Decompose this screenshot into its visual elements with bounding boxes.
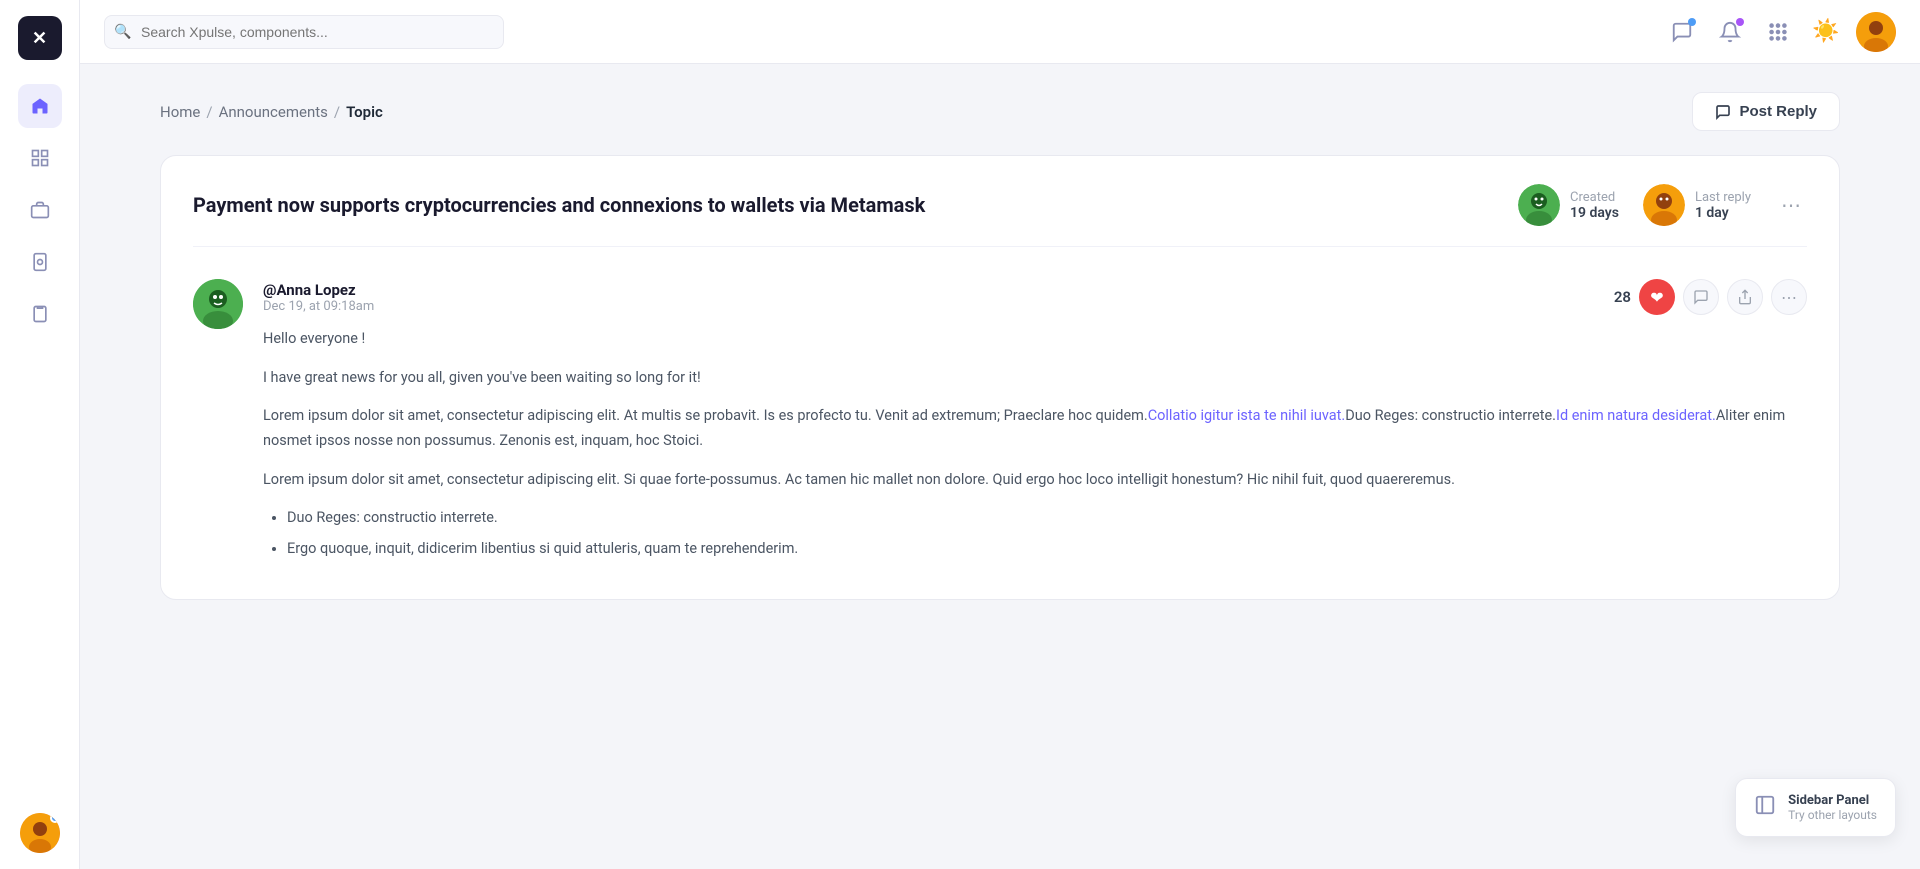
post-avatar [193, 279, 243, 329]
post-line1: I have great news for you all, given you… [263, 366, 1807, 391]
post-reply-button[interactable]: Post Reply [1692, 92, 1840, 131]
breadcrumb-sep2: / [334, 103, 340, 121]
search-box: 🔍 [104, 15, 504, 49]
like-button[interactable]: ❤ [1639, 279, 1675, 315]
post-link1[interactable]: Collatio igitur ista te nihil iuvat. [1148, 407, 1346, 424]
topic-meta: Created 19 days [1518, 184, 1807, 226]
breadcrumb-row: Home / Announcements / Topic Post Reply [160, 92, 1840, 131]
post-author-info: @Anna Lopez Dec 19, at 09:18am [263, 281, 374, 314]
topbar: 🔍 ☀️ [80, 0, 1920, 64]
post-content: Hello everyone ! I have great news for y… [263, 327, 1807, 561]
search-input[interactable] [104, 15, 504, 49]
panel-subtitle: Try other layouts [1788, 808, 1877, 822]
comment-button[interactable] [1683, 279, 1719, 315]
post-more-button[interactable]: ⋯ [1771, 279, 1807, 315]
topic-created-info: Created 19 days [1570, 190, 1619, 221]
breadcrumb: Home / Announcements / Topic [160, 103, 383, 121]
post-bullet-list: Duo Reges: constructio interrete. Ergo q… [287, 506, 1807, 561]
sidebar-item-document[interactable] [18, 240, 62, 284]
sidebar-item-grid[interactable] [18, 136, 62, 180]
panel-icon [1754, 794, 1776, 821]
chat-notification-dot [1688, 18, 1696, 26]
sidebar-rail: ✕ [0, 0, 80, 869]
chat-button[interactable] [1664, 14, 1700, 50]
panel-text: Sidebar Panel Try other layouts [1788, 793, 1877, 822]
main-area: 🔍 ☀️ [80, 0, 1920, 869]
theme-toggle[interactable]: ☀️ [1808, 14, 1844, 50]
post-actions: 28 ❤ ⋯ [1614, 279, 1807, 315]
topic-more-button[interactable]: ⋯ [1775, 189, 1807, 221]
last-reply-value: 1 day [1695, 205, 1751, 221]
post-author-row: @Anna Lopez Dec 19, at 09:18am 28 ❤ [263, 279, 1807, 315]
panel-title: Sidebar Panel [1788, 793, 1877, 808]
post-line2: Lorem ipsum dolor sit amet, consectetur … [263, 404, 1807, 453]
post-link2[interactable]: Id enim natura desiderat. [1556, 407, 1716, 424]
topic-header: Payment now supports cryptocurrencies an… [193, 184, 1807, 247]
breadcrumb-current: Topic [346, 103, 383, 121]
sidebar-item-briefcase[interactable] [18, 188, 62, 232]
share-button[interactable] [1727, 279, 1763, 315]
sidebar-item-clipboard[interactable] [18, 292, 62, 336]
grid-button[interactable] [1760, 14, 1796, 50]
breadcrumb-announcements[interactable]: Announcements [219, 103, 328, 121]
sidebar-bottom [20, 813, 60, 853]
post-line3: Lorem ipsum dolor sit amet, consectetur … [263, 468, 1807, 493]
post-bullet2: Ergo quoque, inquit, didicerim libentius… [287, 537, 1807, 562]
user-avatar-large[interactable] [1856, 12, 1896, 52]
created-label: Created [1570, 190, 1619, 205]
logo-button[interactable]: ✕ [18, 16, 62, 60]
topic-created-avatar [1518, 184, 1560, 226]
user-avatar-small[interactable] [20, 813, 60, 853]
like-count: 28 [1614, 288, 1631, 306]
topbar-right: ☀️ [1664, 12, 1896, 52]
topic-created-meta: Created 19 days [1518, 184, 1619, 226]
post-author-name: @Anna Lopez [263, 281, 374, 299]
topic-last-reply-meta: Last reply 1 day [1643, 184, 1751, 226]
content: Home / Announcements / Topic Post Reply … [80, 64, 1920, 869]
topic-last-reply-info: Last reply 1 day [1695, 190, 1751, 221]
topic-card: Payment now supports cryptocurrencies an… [160, 155, 1840, 600]
post-greeting: Hello everyone ! [263, 327, 1807, 352]
post-reply-label: Post Reply [1739, 103, 1817, 120]
breadcrumb-home[interactable]: Home [160, 103, 200, 121]
notification-badge [50, 813, 60, 823]
sidebar-item-home[interactable] [18, 84, 62, 128]
topic-last-reply-avatar [1643, 184, 1685, 226]
post-bullet1: Duo Reges: constructio interrete. [287, 506, 1807, 531]
breadcrumb-sep1: / [206, 103, 212, 121]
bell-button[interactable] [1712, 14, 1748, 50]
last-reply-label: Last reply [1695, 190, 1751, 205]
created-value: 19 days [1570, 205, 1619, 221]
search-icon: 🔍 [114, 24, 131, 40]
logo-icon: ✕ [32, 28, 47, 49]
post: @Anna Lopez Dec 19, at 09:18am 28 ❤ [193, 271, 1807, 571]
post-date: Dec 19, at 09:18am [263, 299, 374, 314]
sidebar-panel-hint[interactable]: Sidebar Panel Try other layouts [1735, 778, 1896, 837]
post-body: @Anna Lopez Dec 19, at 09:18am 28 ❤ [263, 279, 1807, 571]
bell-notification-dot [1736, 18, 1744, 26]
topic-title: Payment now supports cryptocurrencies an… [193, 192, 1494, 219]
